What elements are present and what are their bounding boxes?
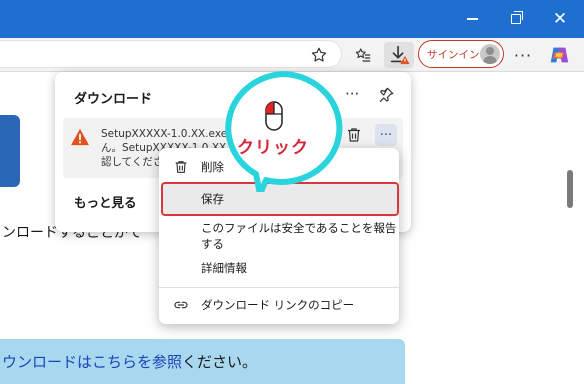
restore-icon [511, 11, 523, 24]
download-help-link[interactable]: ウンロードはこちらを参照 [2, 353, 182, 371]
download-warning-icon [390, 45, 410, 65]
more-button[interactable]: ··· [510, 42, 536, 68]
address-bar[interactable] [0, 40, 342, 68]
more-icon: ··· [513, 45, 533, 65]
favorite-button[interactable] [306, 42, 332, 68]
close-icon: ✕ [552, 8, 568, 29]
downloads-title: ダウンロード [74, 92, 153, 107]
favorite-star-icon [311, 47, 327, 62]
menu-item-label: このファイルは安全であることを報告する [201, 221, 397, 251]
copilot-button[interactable] [546, 42, 572, 68]
menu-item-details[interactable]: 詳細情報 [159, 252, 399, 284]
close-button[interactable]: ✕ [540, 0, 580, 38]
pin-panel-button[interactable] [377, 86, 399, 108]
warning-icon [71, 128, 89, 146]
minimize-icon [466, 18, 478, 20]
scrollbar-thumb[interactable] [567, 170, 573, 208]
avatar [480, 44, 500, 64]
menu-item-copy-link[interactable]: ダウンロード リンクのコピー [159, 289, 399, 321]
restore-button[interactable] [496, 0, 536, 38]
copilot-icon [550, 47, 569, 63]
show-more-link[interactable]: もっと見る [74, 192, 137, 211]
notice-suffix: ください。 [182, 353, 258, 371]
minimize-button[interactable] [452, 0, 492, 38]
menu-item-label: ダウンロード リンクのコピー [201, 298, 355, 312]
menu-item-report-safe[interactable]: このファイルは安全であることを報告する [159, 220, 399, 252]
page-notice-text: ウンロードはこちらを参照ください。 [2, 351, 257, 372]
menu-item-label: 詳細情報 [201, 261, 247, 275]
collections-icon [355, 48, 371, 62]
collections-button[interactable] [350, 42, 376, 68]
page-banner-edge [0, 115, 20, 187]
menu-item-label: 保存 [201, 192, 224, 206]
signin-button[interactable]: サインイン [418, 40, 504, 68]
signin-label: サインイン [427, 48, 480, 61]
pin-icon [379, 87, 394, 103]
click-callout [225, 71, 343, 192]
scrollbar[interactable] [568, 72, 584, 384]
downloads-button[interactable] [384, 42, 414, 68]
trash-icon [175, 161, 187, 173]
mouse-icon [265, 101, 283, 131]
download-item-more-button[interactable]: ··· [375, 124, 397, 146]
menu-divider [159, 287, 399, 288]
more-icon: ··· [379, 127, 393, 143]
title-bar: ✕ [0, 0, 584, 38]
click-label: クリック [237, 138, 309, 158]
link-icon [174, 301, 188, 309]
